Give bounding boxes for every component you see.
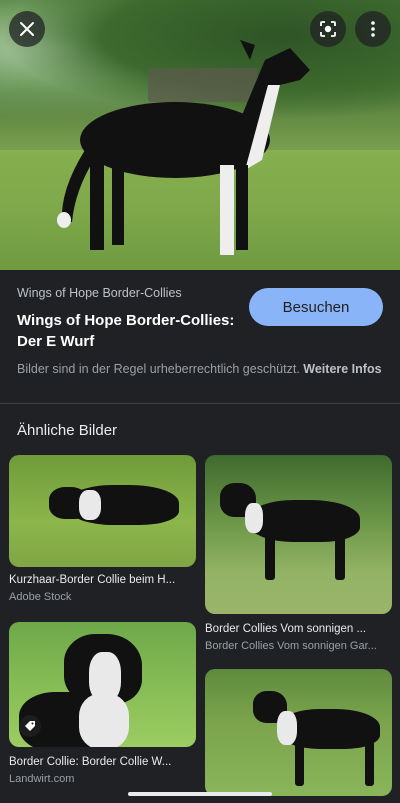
visit-button[interactable]: Besuchen: [249, 288, 383, 326]
similar-image-source: Landwirt.com: [9, 773, 75, 785]
more-vert-icon: [371, 21, 375, 37]
thumbnail-dog-chest: [79, 490, 101, 520]
copyright-text: Bilder sind in der Regel urheberrechtlic…: [17, 362, 300, 376]
lens-icon: [320, 21, 336, 37]
similar-image-thumbnail[interactable]: [205, 455, 392, 614]
hero-image[interactable]: [0, 0, 400, 270]
similar-images-heading: Ähnliche Bilder: [17, 422, 118, 439]
thumbnail-puppy-chest: [79, 694, 129, 747]
tag-icon: [25, 721, 35, 731]
thumbnail-dog-leg: [335, 535, 345, 580]
page-title[interactable]: Wings of Hope Border-Collies: Der E Wurf: [17, 310, 237, 352]
label-tag-icon[interactable]: [19, 715, 41, 737]
thumbnail-dog-chest: [277, 711, 297, 745]
close-icon: [20, 22, 34, 36]
similar-image-card[interactable]: Border Collie: Border Collie W... Landwi…: [9, 622, 196, 792]
thumbnail-dog-leg: [295, 741, 304, 786]
similar-image-card[interactable]: Kurzhaar-Border Collie beim H... Adobe S…: [9, 455, 196, 605]
thumbnail-dog-leg: [265, 535, 275, 580]
result-info: Wings of Hope Border-Collies Wings of Ho…: [17, 286, 387, 350]
similar-image-source: Adobe Stock: [9, 591, 72, 603]
thumbnail-dog-leg: [365, 741, 374, 786]
home-indicator[interactable]: [128, 792, 272, 796]
copyright-notice: Bilder sind in der Regel urheberrechtlic…: [17, 360, 383, 378]
similar-image-title: Border Collies Vom sonnigen ...: [205, 623, 367, 635]
divider: [0, 403, 400, 404]
similar-image-card[interactable]: [205, 669, 392, 799]
similar-image-thumbnail[interactable]: [9, 622, 196, 747]
similar-image-thumbnail[interactable]: [205, 669, 392, 796]
more-info-link[interactable]: Weitere Infos: [303, 362, 381, 376]
close-button[interactable]: [9, 11, 45, 47]
similar-image-card[interactable]: Border Collies Vom sonnigen ... Border C…: [205, 455, 392, 655]
similar-image-source: Border Collies Vom sonnigen Gar...: [205, 640, 377, 652]
similar-image-title: Border Collie: Border Collie W...: [9, 756, 172, 768]
similar-image-thumbnail[interactable]: [9, 455, 196, 567]
similar-image-title: Kurzhaar-Border Collie beim H...: [9, 574, 176, 586]
more-options-button[interactable]: [355, 11, 391, 47]
thumbnail-dog-chest: [245, 503, 263, 533]
lens-button[interactable]: [310, 11, 346, 47]
